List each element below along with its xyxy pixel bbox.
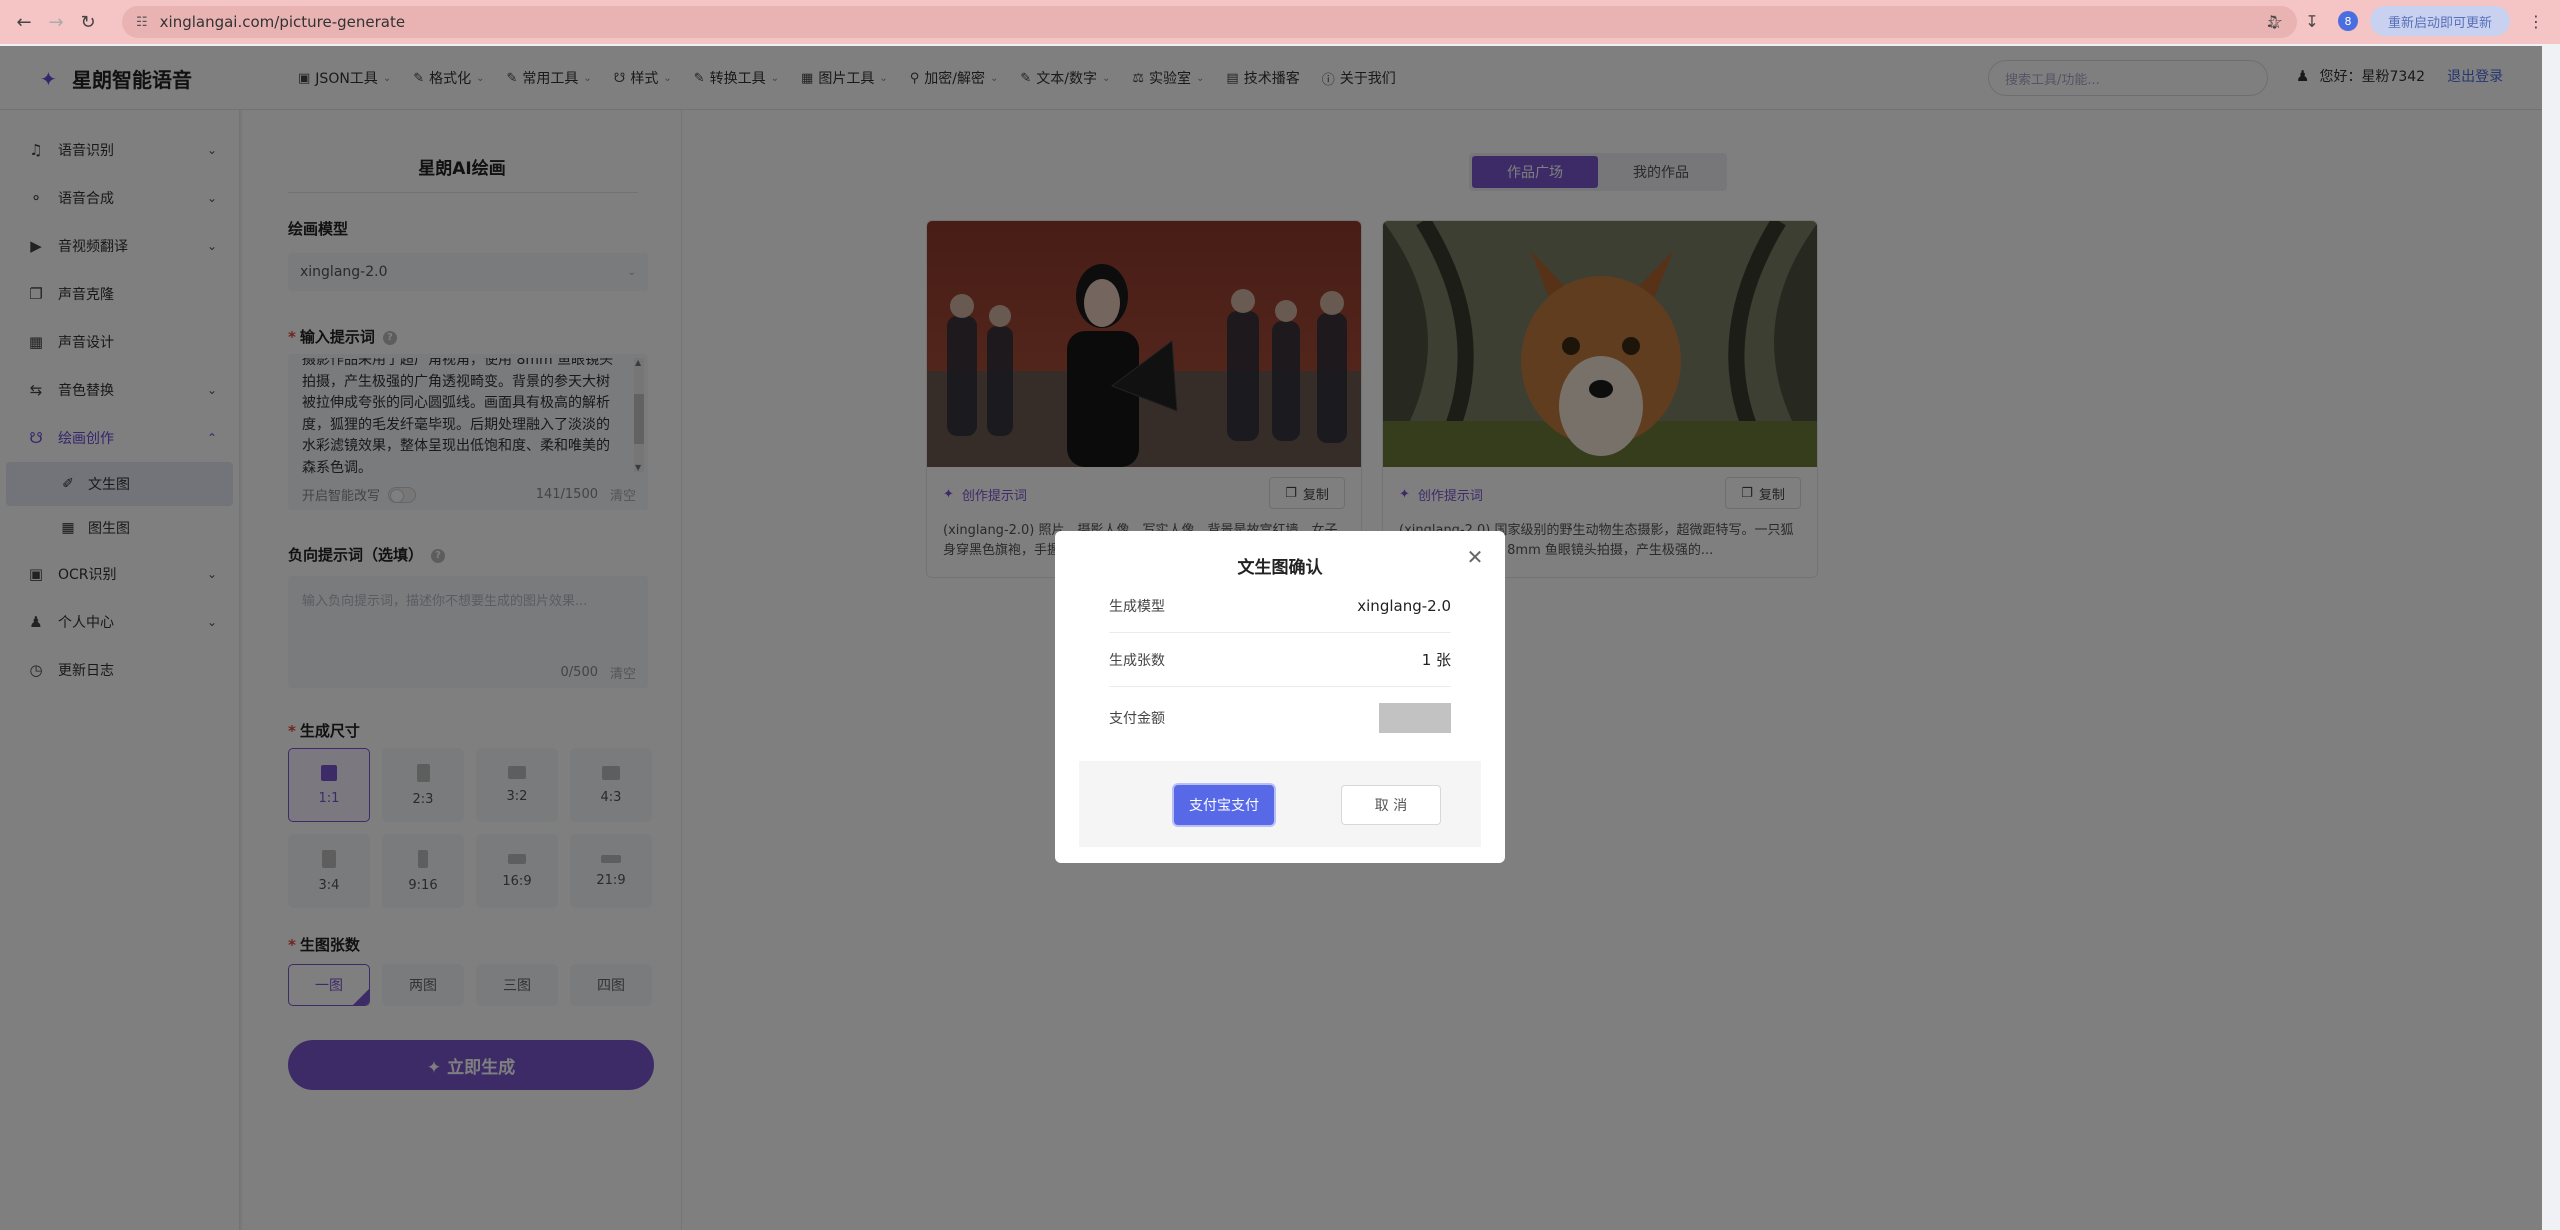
dialog-row-model: 生成模型 xinglang-2.0 xyxy=(1109,579,1451,633)
profile-avatar[interactable]: 8 xyxy=(2337,11,2358,31)
download-icon[interactable]: ↧ xyxy=(2298,7,2326,35)
menu-dots-icon[interactable]: ⋮ xyxy=(2522,7,2550,35)
forward-icon[interactable]: → xyxy=(40,6,72,38)
site-info-icon[interactable]: ☷ xyxy=(136,15,148,30)
cancel-button[interactable]: 取 消 xyxy=(1341,785,1441,825)
media-icon[interactable]: ♫ xyxy=(2258,7,2286,35)
row-value: xinglang-2.0 xyxy=(1357,596,1451,615)
url-text[interactable]: xinglangai.com/picture-generate xyxy=(160,13,405,31)
browser-toolbar: ← → ↻ ☷ xinglangai.com/picture-generate … xyxy=(0,0,2560,44)
update-button[interactable]: 重新启动即可更新 xyxy=(2369,6,2510,36)
address-bar[interactable]: ☷ xinglangai.com/picture-generate ☆ xyxy=(122,6,2297,38)
confirm-dialog: 文生图确认 ✕ 生成模型 xinglang-2.0 生成张数 1 张 支付金额 … xyxy=(1055,531,1505,863)
row-label: 生成模型 xyxy=(1109,598,1165,615)
dialog-footer: 支付宝支付 取 消 xyxy=(1079,761,1481,847)
dialog-row-amount: 支付金额 xyxy=(1109,691,1451,745)
dialog-row-count: 生成张数 1 张 xyxy=(1109,633,1451,687)
dialog-title: 文生图确认 xyxy=(1237,558,1323,578)
alipay-button[interactable]: 支付宝支付 xyxy=(1174,785,1274,825)
close-icon[interactable]: ✕ xyxy=(1463,545,1487,569)
row-value: 1 张 xyxy=(1421,651,1451,669)
amount-redacted xyxy=(1379,703,1451,733)
back-icon[interactable]: ← xyxy=(8,6,40,38)
row-label: 生成张数 xyxy=(1109,652,1165,669)
reload-icon[interactable]: ↻ xyxy=(72,6,104,38)
row-label: 支付金额 xyxy=(1109,711,1165,727)
